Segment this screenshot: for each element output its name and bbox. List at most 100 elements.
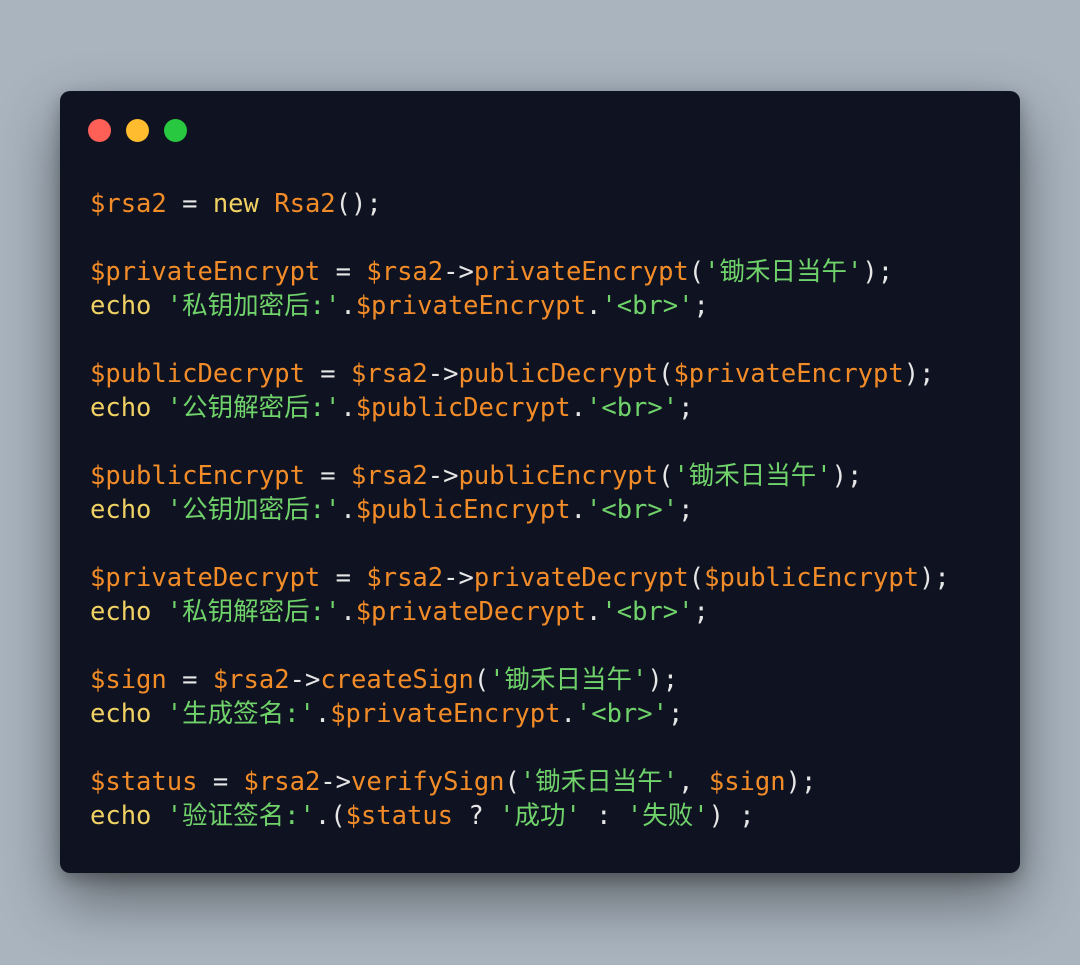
- code-punctuation: ;: [693, 597, 709, 627]
- code-variable: $rsa2: [351, 461, 428, 491]
- code-punctuation: (: [688, 257, 705, 287]
- code-string: '锄禾日当午': [704, 257, 863, 287]
- code-punctuation: =: [304, 359, 351, 389]
- code-punctuation: ();: [335, 189, 382, 219]
- code-keyword: echo: [90, 291, 152, 321]
- code-function: Rsa2: [274, 189, 336, 219]
- code-punctuation: .: [586, 291, 602, 321]
- code-string: '锄禾日当午': [489, 665, 648, 695]
- code-variable: $publicDecrypt: [355, 393, 571, 423]
- minimize-dot-icon[interactable]: [126, 119, 149, 142]
- code-punctuation: [259, 189, 274, 219]
- code-line: $status = $rsa2->verifySign('锄禾日当午', $si…: [90, 765, 1000, 799]
- code-punctuation: .: [340, 291, 356, 321]
- code-punctuation: ;: [678, 393, 694, 423]
- code-punctuation: [151, 393, 166, 423]
- code-variable: $rsa2: [366, 257, 444, 287]
- code-punctuation: (: [504, 767, 520, 797]
- code-variable: $privateEncrypt: [90, 257, 321, 287]
- code-punctuation: ->: [443, 563, 474, 593]
- code-punctuation: [151, 495, 166, 525]
- code-variable: $publicEncrypt: [355, 495, 571, 525]
- code-line: echo '生成签名:'.$privateEncrypt.'<br>';: [90, 697, 1000, 731]
- code-punctuation: [151, 291, 166, 321]
- code-function: createSign: [320, 665, 474, 695]
- code-string: '<br>': [601, 597, 694, 627]
- code-block: $rsa2 = new Rsa2(); $privateEncrypt = $rs…: [90, 187, 1000, 833]
- code-punctuation: (: [658, 461, 674, 491]
- code-punctuation: ) ;: [708, 801, 755, 831]
- code-punctuation: =: [320, 563, 367, 593]
- code-window: $rsa2 = new Rsa2(); $privateEncrypt = $rs…: [60, 91, 1020, 873]
- code-string: '锄禾日当午': [519, 767, 679, 797]
- zoom-dot-icon[interactable]: [164, 119, 187, 142]
- code-punctuation: .(: [314, 801, 346, 831]
- code-variable: $sign: [708, 767, 786, 797]
- code-keyword: echo: [90, 597, 152, 627]
- code-punctuation: =: [166, 189, 213, 219]
- code-string: '<br>': [586, 495, 679, 525]
- code-punctuation: ,: [678, 767, 709, 797]
- code-string: '成功': [499, 801, 581, 831]
- code-punctuation: (: [658, 359, 674, 389]
- code-function: publicEncrypt: [458, 461, 659, 491]
- code-punctuation: .: [586, 597, 602, 627]
- code-variable: $privateDecrypt: [90, 563, 321, 593]
- code-punctuation: :: [580, 801, 627, 831]
- code-punctuation: =: [320, 257, 367, 287]
- code-keyword: echo: [90, 393, 152, 423]
- code-punctuation: );: [785, 767, 817, 797]
- code-punctuation: );: [903, 359, 935, 389]
- code-string: '公钥加密后:': [166, 495, 341, 525]
- code-punctuation: .: [340, 597, 356, 627]
- code-variable: $rsa2: [243, 767, 321, 797]
- code-line: $rsa2 = new Rsa2();: [90, 187, 1000, 221]
- code-variable: $privateEncrypt: [330, 699, 561, 729]
- code-punctuation: ?: [453, 801, 500, 831]
- code-line: $sign = $rsa2->createSign('锄禾日当午');: [90, 663, 1000, 697]
- code-punctuation: .: [314, 699, 331, 729]
- code-variable: $privateDecrypt: [355, 597, 586, 627]
- code-line: $privateDecrypt = $rsa2->privateDecrypt(…: [90, 561, 1000, 595]
- code-punctuation: (: [473, 665, 490, 695]
- code-line: $publicEncrypt = $rsa2->publicEncrypt('锄…: [90, 459, 1000, 493]
- close-dot-icon[interactable]: [88, 119, 111, 142]
- code-string: '<br>': [575, 699, 668, 729]
- code-punctuation: [151, 801, 166, 831]
- code-variable: $sign: [90, 665, 167, 695]
- code-variable: $publicEncrypt: [704, 563, 920, 593]
- code-line: echo '公钥加密后:'.$publicEncrypt.'<br>';: [90, 493, 1000, 527]
- code-punctuation: ;: [667, 699, 684, 729]
- code-punctuation: (: [688, 563, 705, 593]
- code-line: $publicDecrypt = $rsa2->publicDecrypt($p…: [90, 357, 1000, 391]
- code-punctuation: [151, 699, 166, 729]
- code-string: '公钥解密后:': [166, 393, 341, 423]
- code-line: $privateEncrypt = $rsa2->privateEncrypt(…: [90, 255, 1000, 289]
- code-punctuation: [151, 597, 166, 627]
- code-punctuation: ->: [427, 359, 459, 389]
- code-punctuation: .: [570, 393, 586, 423]
- code-punctuation: =: [166, 665, 213, 695]
- code-variable: $publicDecrypt: [90, 359, 305, 389]
- code-punctuation: ->: [289, 665, 321, 695]
- code-variable: $privateEncrypt: [673, 359, 904, 389]
- code-punctuation: );: [919, 563, 950, 593]
- code-punctuation: ->: [320, 767, 352, 797]
- code-string: '私钥加密后:': [166, 291, 341, 321]
- traffic-lights: [88, 119, 187, 142]
- code-punctuation: =: [197, 767, 244, 797]
- code-punctuation: .: [340, 393, 356, 423]
- code-string: '<br>': [601, 291, 694, 321]
- code-keyword: echo: [90, 495, 152, 525]
- code-string: '失败': [626, 801, 709, 831]
- code-variable: $status: [90, 767, 198, 797]
- code-keyword: echo: [90, 801, 152, 831]
- code-punctuation: =: [304, 461, 351, 491]
- code-punctuation: ;: [693, 291, 709, 321]
- code-line: echo '私钥加密后:'.$privateEncrypt.'<br>';: [90, 289, 1000, 323]
